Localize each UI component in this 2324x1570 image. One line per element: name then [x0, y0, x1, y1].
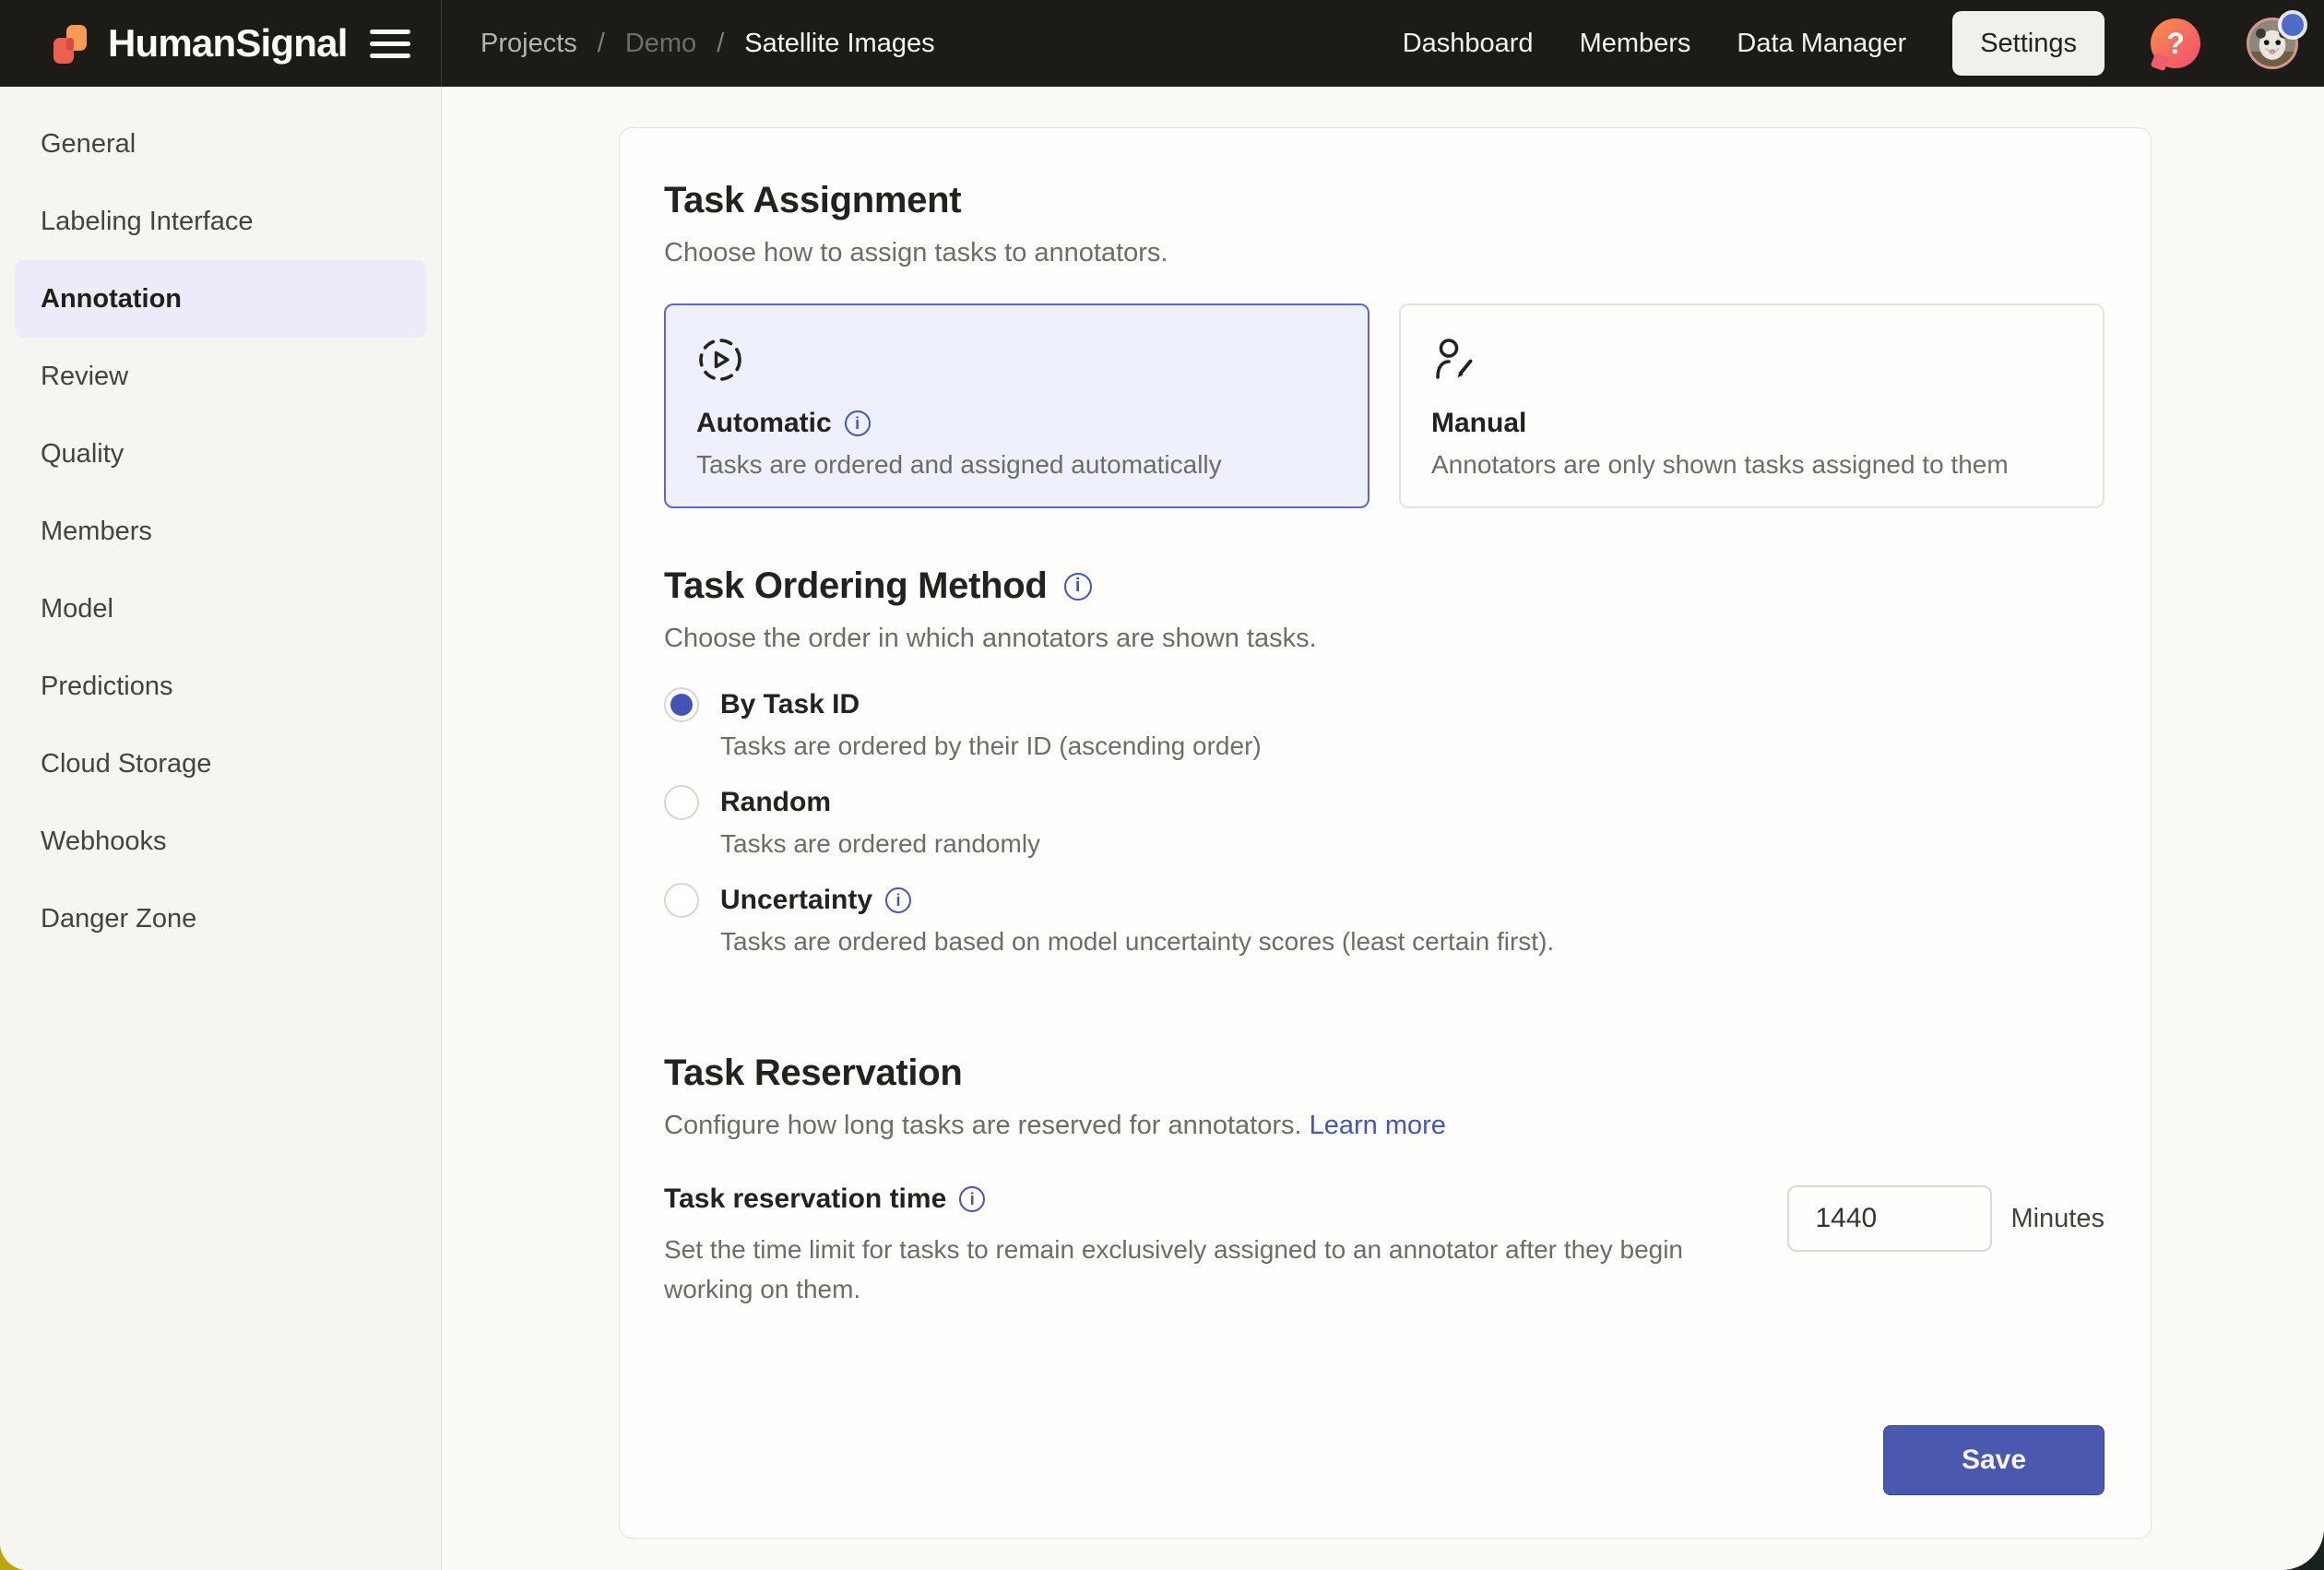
reservation-time-description: Set the time limit for tasks to remain e… [664, 1230, 1743, 1310]
save-button[interactable]: Save [1883, 1425, 2105, 1495]
by-task-id-description: Tasks are ordered by their ID (ascending… [720, 731, 1262, 761]
automatic-option-label-row: Automatic [696, 408, 1336, 439]
reservation-time-input[interactable] [1787, 1185, 1992, 1252]
user-avatar[interactable] [2247, 18, 2298, 69]
sidebar-item-webhooks[interactable]: Webhooks [15, 803, 426, 880]
breadcrumb-separator: / [717, 29, 724, 59]
reservation-time-text: Task reservation time Set the time limit… [664, 1183, 1743, 1310]
uncertainty-label: Uncertainty [720, 883, 872, 918]
humansignal-logo-icon [44, 18, 96, 69]
assignment-options: Automatic Tasks are ordered and assigned… [664, 303, 2105, 508]
sidebar-item-labeling-interface[interactable]: Labeling Interface [15, 183, 426, 260]
task-reservation-subtitle-text: Configure how long tasks are reserved fo… [664, 1111, 1302, 1140]
info-icon[interactable] [959, 1186, 985, 1212]
ordering-option-random: Random Tasks are ordered randomly [664, 785, 2105, 859]
help-icon[interactable]: ? [2151, 18, 2200, 68]
nav-members[interactable]: Members [1580, 29, 1691, 59]
random-label-row: Random [720, 785, 1040, 820]
assignment-option-manual[interactable]: Manual Annotators are only shown tasks a… [1399, 303, 2105, 508]
ordering-option-uncertainty: Uncertainty Tasks are ordered based on m… [664, 883, 2105, 957]
uncertainty-description: Tasks are ordered based on model uncerta… [720, 927, 1554, 957]
header-left: HumanSignal [0, 0, 442, 87]
nav-data-manager[interactable]: Data Manager [1737, 29, 1906, 59]
ordering-option-by-task-id: By Task ID Tasks are ordered by their ID… [664, 687, 2105, 761]
by-task-id-label: By Task ID [720, 687, 860, 722]
question-mark-icon: ? [2166, 27, 2185, 61]
automatic-description: Tasks are ordered and assigned automatic… [696, 450, 1336, 480]
breadcrumb-current-project: Satellite Images [744, 29, 934, 59]
random-label: Random [720, 785, 831, 820]
auto-play-dashed-circle-icon [696, 336, 744, 384]
reservation-time-label: Task reservation time [664, 1183, 946, 1215]
annotation-settings-card: Task Assignment Choose how to assign tas… [619, 127, 2152, 1539]
reservation-time-unit: Minutes [2010, 1204, 2105, 1234]
task-reservation-title: Task Reservation [664, 1053, 2105, 1094]
task-ordering-subtitle: Choose the order in which annotators are… [664, 624, 2105, 654]
task-reservation-subtitle: Configure how long tasks are reserved fo… [664, 1111, 2105, 1141]
manual-description: Annotators are only shown tasks assigned… [1431, 450, 2071, 480]
app-window: HumanSignal Projects / Demo / Satellite … [0, 0, 2324, 1570]
uncertainty-label-row: Uncertainty [720, 883, 1554, 918]
sidebar-item-model[interactable]: Model [15, 570, 426, 648]
sidebar-item-review[interactable]: Review [15, 338, 426, 415]
task-assignment-title: Task Assignment [664, 180, 2105, 221]
save-row: Save [664, 1425, 2105, 1495]
sidebar-item-members[interactable]: Members [15, 493, 426, 570]
task-ordering-title-row: Task Ordering Method [664, 565, 2105, 607]
breadcrumb: Projects / Demo / Satellite Images [442, 29, 935, 59]
sidebar-item-predictions[interactable]: Predictions [15, 648, 426, 725]
reservation-time-label-row: Task reservation time [664, 1183, 1743, 1215]
hamburger-menu-icon[interactable] [370, 30, 410, 58]
settings-button[interactable]: Settings [1952, 11, 2105, 76]
reservation-time-input-group: Minutes [1787, 1183, 2105, 1252]
sidebar-item-annotation[interactable]: Annotation [15, 260, 426, 338]
main-content: Task Assignment Choose how to assign tas… [443, 87, 2324, 1570]
top-bar: HumanSignal Projects / Demo / Satellite … [0, 0, 2324, 87]
learn-more-link[interactable]: Learn more [1310, 1111, 1446, 1140]
reservation-time-row: Task reservation time Set the time limit… [664, 1183, 2105, 1310]
ordering-radio-group: By Task ID Tasks are ordered by their ID… [664, 687, 2105, 981]
radio-uncertainty[interactable] [664, 883, 699, 918]
header-nav: Dashboard Members Data Manager Settings … [1403, 11, 2324, 76]
breadcrumb-demo[interactable]: Demo [625, 29, 696, 59]
radio-by-task-id[interactable] [664, 687, 699, 722]
manual-label: Manual [1431, 408, 1526, 439]
sidebar-item-general[interactable]: General [15, 105, 426, 183]
radio-random[interactable] [664, 785, 699, 820]
humansignal-logo[interactable]: HumanSignal [44, 18, 348, 69]
nav-dashboard[interactable]: Dashboard [1403, 29, 1534, 59]
by-task-id-label-row: By Task ID [720, 687, 1262, 722]
info-icon[interactable] [885, 887, 911, 913]
notification-dot [2282, 14, 2304, 36]
sidebar-item-quality[interactable]: Quality [15, 415, 426, 493]
random-description: Tasks are ordered randomly [720, 829, 1040, 859]
sidebar-item-danger-zone[interactable]: Danger Zone [15, 880, 426, 957]
person-edit-icon [1431, 336, 1479, 384]
assignment-option-automatic[interactable]: Automatic Tasks are ordered and assigned… [664, 303, 1370, 508]
breadcrumb-projects[interactable]: Projects [480, 29, 577, 59]
sidebar-item-cloud-storage[interactable]: Cloud Storage [15, 725, 426, 803]
info-icon[interactable] [1064, 573, 1092, 601]
automatic-label: Automatic [696, 408, 832, 439]
logo-text: HumanSignal [108, 21, 348, 65]
task-ordering-title: Task Ordering Method [664, 565, 1048, 607]
task-assignment-subtitle: Choose how to assign tasks to annotators… [664, 238, 2105, 268]
info-icon[interactable] [845, 410, 871, 436]
settings-sidebar: General Labeling Interface Annotation Re… [0, 87, 442, 1570]
breadcrumb-separator: / [598, 29, 605, 59]
manual-option-label-row: Manual [1431, 408, 2071, 439]
